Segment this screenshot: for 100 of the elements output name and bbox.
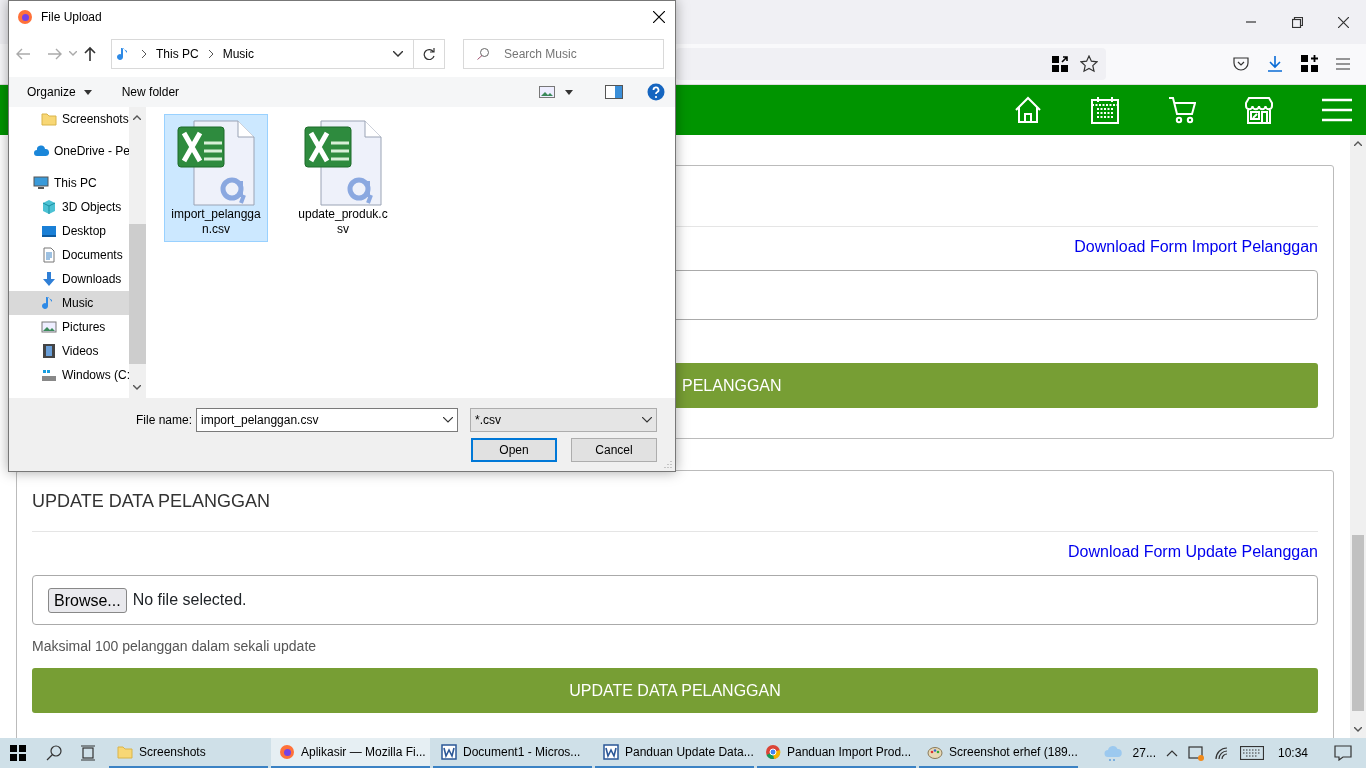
resize-grip-icon[interactable] <box>664 460 672 468</box>
calendar-icon[interactable] <box>1091 96 1119 124</box>
taskbar-button[interactable]: Screenshots <box>109 738 268 768</box>
chevron-right-icon <box>207 49 214 58</box>
view-options-icon[interactable] <box>539 86 555 98</box>
close-icon[interactable] <box>653 11 665 23</box>
star-icon[interactable] <box>1080 55 1098 73</box>
breadcrumb-item[interactable]: Music <box>222 44 255 63</box>
nav-item[interactable]: Pictures <box>9 315 129 339</box>
nav-item[interactable]: Desktop <box>9 219 129 243</box>
drive-icon <box>41 367 57 383</box>
cloud-icon <box>33 143 49 159</box>
film-icon <box>41 343 57 359</box>
file-input[interactable]: Browse... No file selected. <box>32 575 1318 625</box>
download-link[interactable]: Download Form Import Pelanggan <box>1074 235 1318 259</box>
task-view-icon[interactable] <box>80 745 96 761</box>
scrollbar-thumb[interactable] <box>1352 535 1364 711</box>
word-icon <box>603 744 619 760</box>
notification-icon[interactable] <box>1334 745 1352 761</box>
spreadsheet-file-icon <box>301 119 385 207</box>
breadcrumb-item[interactable]: This PC <box>156 44 199 63</box>
nav-item[interactable]: 3D Objects <box>9 195 129 219</box>
pocket-icon[interactable] <box>1233 56 1249 72</box>
download-link[interactable]: Download Form Update Pelanggan <box>1068 540 1318 564</box>
section-title: UPDATE DATA PELANGGAN <box>32 489 271 513</box>
word-icon <box>441 744 457 760</box>
taskbar-button[interactable]: Panduan Import Prod... <box>757 738 916 768</box>
new-folder-button[interactable]: New folder <box>121 83 180 101</box>
home-icon[interactable] <box>1014 96 1042 124</box>
dialog-title: File Upload <box>41 9 102 26</box>
nav-item[interactable]: Music <box>9 291 129 315</box>
file-status: No file selected. <box>132 590 247 610</box>
extensions-icon[interactable] <box>1301 55 1319 73</box>
file-item[interactable]: import_pelanggan.csv <box>164 114 268 242</box>
search-icon[interactable] <box>46 745 62 761</box>
taskbar-button[interactable]: Panduan Update Data... <box>595 738 754 768</box>
scrollbar-thumb[interactable] <box>129 224 146 364</box>
up-arrow-icon[interactable] <box>83 45 97 62</box>
folder-icon <box>41 111 57 127</box>
nav-item[interactable]: This PC <box>9 171 129 195</box>
dialog-button[interactable]: Cancel <box>571 438 657 462</box>
help-icon[interactable] <box>647 83 665 101</box>
storefront-icon[interactable] <box>1245 96 1273 124</box>
taskbar-button[interactable]: Document1 - Micros... <box>433 738 592 768</box>
firefox-icon <box>17 9 33 25</box>
nav-item[interactable]: Videos <box>9 339 129 363</box>
hamburger-menu-icon[interactable] <box>1322 98 1352 122</box>
download-arrow-icon <box>41 271 57 287</box>
file-item[interactable]: update_produk.csv <box>291 114 395 242</box>
menu-icon[interactable] <box>1336 58 1350 70</box>
meet-now-icon[interactable] <box>1187 745 1204 761</box>
close-icon[interactable] <box>1337 16 1349 28</box>
nav-item[interactable]: OneDrive - Pe <box>9 139 129 163</box>
desktop-icon <box>41 223 57 239</box>
chrome-icon <box>765 744 781 760</box>
folder-icon <box>117 744 133 760</box>
taskbar-button[interactable]: Aplikasir — Mozilla Fi... <box>271 738 430 768</box>
download-icon[interactable] <box>1266 55 1284 73</box>
taskbar-button[interactable]: Screenshot erhef (189... <box>919 738 1078 768</box>
wifi-icon[interactable] <box>1213 746 1230 760</box>
clock[interactable]: 10:34 <box>1277 744 1308 762</box>
weather-cloud-icon <box>1102 745 1123 761</box>
file-name-field[interactable]: import_pelanggan.csv <box>196 408 458 432</box>
scroll-down-icon[interactable] <box>1354 727 1362 732</box>
scroll-up-icon[interactable] <box>1354 141 1362 146</box>
cart-icon[interactable] <box>1168 96 1196 124</box>
nav-item[interactable]: Screenshots <box>9 107 129 131</box>
cube-icon <box>41 199 57 215</box>
caret-icon <box>83 89 92 95</box>
scroll-down-icon[interactable] <box>133 385 141 390</box>
dialog-button[interactable]: Open <box>471 438 557 462</box>
monitor-icon <box>33 175 49 191</box>
nav-item[interactable]: Downloads <box>9 267 129 291</box>
organize-menu[interactable]: Organize <box>27 83 76 101</box>
chevron-right-icon <box>141 49 147 58</box>
address-field[interactable]: This PC Music <box>111 38 445 69</box>
chevron-up-icon[interactable] <box>1165 749 1178 757</box>
dropdown-caret-icon <box>443 417 453 423</box>
browse-button[interactable]: Browse... <box>48 587 127 613</box>
nav-item[interactable]: Documents <box>9 243 129 267</box>
dropdown-caret-icon <box>642 417 652 423</box>
palette-icon <box>927 744 943 760</box>
file-type-dropdown[interactable]: *.csv <box>470 408 657 432</box>
windows-start-icon[interactable] <box>10 745 26 761</box>
restore-icon[interactable] <box>1291 16 1303 28</box>
search-field[interactable]: Search Music <box>463 38 664 69</box>
extension-grid-icon[interactable] <box>1052 56 1068 72</box>
dropdown-caret-icon[interactable] <box>393 50 403 57</box>
document-icon <box>41 247 57 263</box>
caret-icon[interactable] <box>565 89 573 95</box>
scroll-up-icon[interactable] <box>133 115 141 120</box>
refresh-icon[interactable] <box>423 47 435 60</box>
field-label: File name: <box>134 412 193 429</box>
hint-text: Maksimal 100 pelanggan dalam sekali update <box>32 637 317 656</box>
nav-item[interactable]: Windows (C: <box>9 363 129 387</box>
keyboard-icon[interactable] <box>1239 746 1264 760</box>
picture-icon <box>41 319 57 335</box>
preview-pane-icon[interactable] <box>605 85 623 99</box>
weather-text: 27... <box>1132 745 1156 762</box>
spreadsheet-file-icon <box>174 119 258 207</box>
